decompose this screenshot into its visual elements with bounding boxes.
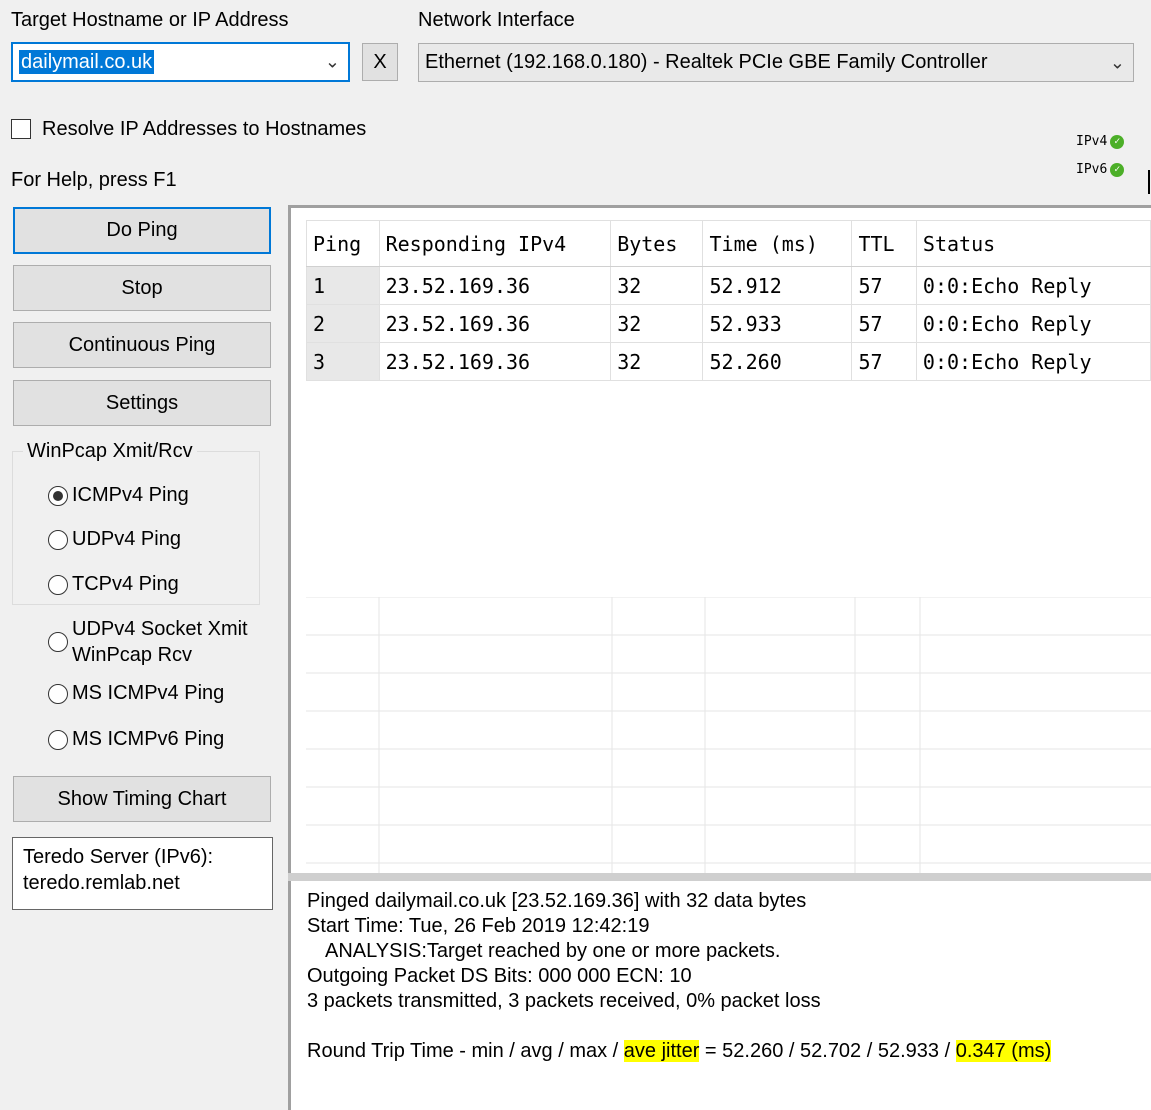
table-header-row: Ping Responding IPv4 Bytes Time (ms) TTL… <box>306 220 1151 267</box>
rtt-jitter-value: 0.347 (ms) <box>955 1040 1052 1062</box>
chevron-down-icon[interactable]: ⌄ <box>325 52 340 73</box>
cell-ping: 1 <box>306 266 380 305</box>
help-text: For Help, press F1 <box>11 169 177 191</box>
rtt-prefix: Round Trip Time - min / avg / max / <box>307 1040 624 1062</box>
radio-udpv4-ping[interactable]: UDPv4 Ping <box>48 528 181 551</box>
ipv6-label: IPv6 <box>1076 162 1108 177</box>
radio-empty-icon[interactable] <box>48 683 68 704</box>
radio-empty-icon[interactable] <box>48 574 68 595</box>
radio-udpv4-socket[interactable]: UDPv4 Socket Xmit WinPcap Rcv <box>48 616 248 668</box>
col-header-ttl[interactable]: TTL <box>851 220 917 267</box>
table-row[interactable]: 3 23.52.169.36 32 52.260 57 0:0:Echo Rep… <box>306 342 1151 381</box>
col-header-bytes[interactable]: Bytes <box>610 220 704 267</box>
log-line: ANALYSIS:Target reached by one or more p… <box>325 940 781 962</box>
cell-time: 52.260 <box>702 342 853 381</box>
radio-empty-icon[interactable] <box>48 632 68 652</box>
teredo-server-value: teredo.remlab.net <box>23 872 180 894</box>
log-line: 3 packets transmitted, 3 packets receive… <box>307 990 821 1012</box>
teredo-server-box: Teredo Server (IPv6): teredo.remlab.net <box>12 837 273 910</box>
network-interface-label: Network Interface <box>418 9 575 31</box>
radio-selected-icon[interactable] <box>48 485 68 506</box>
radio-icmpv4-ping[interactable]: ICMPv4 Ping <box>48 484 189 507</box>
resolve-hostnames-checkbox[interactable] <box>11 119 31 139</box>
table-row[interactable]: 1 23.52.169.36 32 52.912 57 0:0:Echo Rep… <box>306 266 1151 305</box>
winpcap-group-title: WinPcap Xmit/Rcv <box>23 439 197 463</box>
cell-bytes: 32 <box>610 342 704 381</box>
radio-icmpv4-label[interactable]: ICMPv4 Ping <box>72 484 189 507</box>
clear-target-button[interactable]: X <box>362 43 398 81</box>
empty-grid-lines <box>306 597 1151 873</box>
text-cursor <box>1148 170 1150 194</box>
radio-ms-icmpv6-ping[interactable]: MS ICMPv6 Ping <box>48 728 224 751</box>
rtt-jitter-label: ave jitter <box>623 1040 700 1062</box>
ipv4-label: IPv4 <box>1076 134 1108 149</box>
settings-button[interactable]: Settings <box>13 380 271 426</box>
col-header-time[interactable]: Time (ms) <box>702 220 853 267</box>
cell-ttl: 57 <box>851 266 917 305</box>
cell-ping: 3 <box>306 342 380 381</box>
ipv4-status: IPv4 ✓ <box>1076 134 1125 149</box>
ipv6-status: IPv6 ✓ <box>1076 162 1125 177</box>
cell-time: 52.933 <box>702 304 853 343</box>
cell-ttl: 57 <box>851 342 917 381</box>
do-ping-button[interactable]: Do Ping <box>13 207 271 254</box>
table-row[interactable]: 2 23.52.169.36 32 52.933 57 0:0:Echo Rep… <box>306 304 1151 343</box>
resolve-hostnames-label[interactable]: Resolve IP Addresses to Hostnames <box>42 118 366 140</box>
radio-ms-icmpv6-label[interactable]: MS ICMPv6 Ping <box>72 728 224 751</box>
results-grid[interactable]: Ping Responding IPv4 Bytes Time (ms) TTL… <box>288 205 1151 873</box>
check-icon: ✓ <box>1110 162 1125 177</box>
radio-socket-line1[interactable]: UDPv4 Socket Xmit <box>72 616 248 642</box>
radio-ms-icmpv4-ping[interactable]: MS ICMPv4 Ping <box>48 682 224 705</box>
cell-status: 0:0:Echo Reply <box>915 304 1151 343</box>
teredo-label: Teredo Server (IPv6): <box>23 846 214 868</box>
radio-udpv4-label[interactable]: UDPv4 Ping <box>72 528 181 551</box>
log-line: Outgoing Packet DS Bits: 000 000 ECN: 10 <box>307 965 692 987</box>
rtt-line: Round Trip Time - min / avg / max / ave … <box>307 1039 1151 1064</box>
rtt-values: = 52.260 / 52.702 / 52.933 / <box>699 1040 956 1062</box>
network-interface-value: Ethernet (192.168.0.180) - Realtek PCIe … <box>425 51 988 73</box>
radio-empty-icon[interactable] <box>48 729 68 750</box>
show-timing-chart-button[interactable]: Show Timing Chart <box>13 776 271 822</box>
stop-button[interactable]: Stop <box>13 265 271 311</box>
col-header-responding-ipv4[interactable]: Responding IPv4 <box>378 220 612 267</box>
col-header-ping[interactable]: Ping <box>306 220 380 267</box>
target-host-value[interactable]: dailymail.co.uk <box>19 50 155 74</box>
radio-tcpv4-ping[interactable]: TCPv4 Ping <box>48 573 179 596</box>
cell-ping: 2 <box>306 304 380 343</box>
continuous-ping-button[interactable]: Continuous Ping <box>13 322 271 368</box>
target-host-combo[interactable]: dailymail.co.uk ⌄ <box>11 42 350 82</box>
radio-ms-icmpv4-label[interactable]: MS ICMPv4 Ping <box>72 682 224 705</box>
radio-empty-icon[interactable] <box>48 529 68 550</box>
log-pane[interactable]: Pinged dailymail.co.uk [23.52.169.36] wi… <box>288 881 1151 1110</box>
cell-bytes: 32 <box>610 266 704 305</box>
radio-tcpv4-label[interactable]: TCPv4 Ping <box>72 573 179 596</box>
radio-socket-line2[interactable]: WinPcap Rcv <box>72 642 248 668</box>
chevron-down-icon[interactable]: ⌄ <box>1110 52 1125 73</box>
log-line: Start Time: Tue, 26 Feb 2019 12:42:19 <box>307 915 650 937</box>
col-header-status[interactable]: Status <box>915 220 1151 267</box>
check-icon: ✓ <box>1110 134 1125 149</box>
cell-ttl: 57 <box>851 304 917 343</box>
target-label: Target Hostname or IP Address <box>11 9 289 31</box>
results-table: Ping Responding IPv4 Bytes Time (ms) TTL… <box>306 220 1151 381</box>
pane-splitter[interactable] <box>288 873 1151 881</box>
cell-ip: 23.52.169.36 <box>378 342 612 381</box>
cell-bytes: 32 <box>610 304 704 343</box>
cell-status: 0:0:Echo Reply <box>915 266 1151 305</box>
cell-ip: 23.52.169.36 <box>378 304 612 343</box>
cell-status: 0:0:Echo Reply <box>915 342 1151 381</box>
cell-time: 52.912 <box>702 266 853 305</box>
log-line: Pinged dailymail.co.uk [23.52.169.36] wi… <box>307 890 807 912</box>
network-interface-combo[interactable]: Ethernet (192.168.0.180) - Realtek PCIe … <box>418 43 1134 82</box>
cell-ip: 23.52.169.36 <box>378 266 612 305</box>
